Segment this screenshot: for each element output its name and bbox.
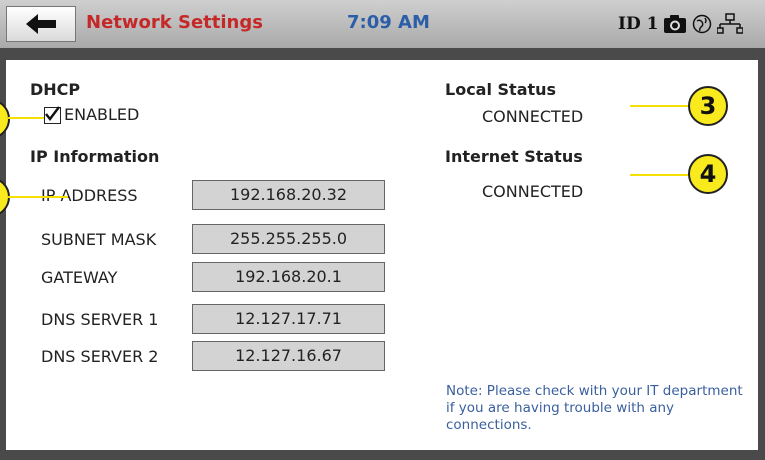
ip-address-field[interactable]: 192.168.20.32 [192,180,385,210]
dns-server-2-label: DNS SERVER 2 [41,347,159,366]
local-status-value: CONNECTED [482,107,584,126]
back-button[interactable] [6,6,76,42]
ip-information-title: IP Information [30,147,160,166]
status-icons: ID 1 [618,10,744,38]
callout-line-dhcp [8,117,44,119]
internet-status-value: CONNECTED [482,182,584,201]
dns-server-2-field[interactable]: 12.127.16.67 [192,341,385,371]
local-status-title: Local Status [445,80,557,99]
back-arrow-icon [26,14,56,34]
callout-marker-4: 4 [688,154,728,194]
dhcp-enabled-label[interactable]: ENABLED [64,105,139,124]
gateway-label: GATEWAY [41,268,118,287]
dns-server-1-field[interactable]: 12.127.17.71 [192,304,385,334]
internet-status-title: Internet Status [445,147,583,166]
network-icon[interactable] [717,13,744,35]
dhcp-enabled-checkbox[interactable] [44,106,61,124]
callout-marker-3: 3 [688,86,728,126]
dhcp-title: DHCP [30,80,81,99]
subnet-mask-field[interactable]: 255.255.255.0 [192,224,385,254]
page-title: Network Settings [86,12,263,33]
help-note: Note: Please check with your IT departme… [446,383,743,433]
subnet-mask-label: SUBNET MASK [41,230,157,249]
clock-time: 7:09 AM [347,12,430,33]
dns-server-1-label: DNS SERVER 1 [41,310,159,329]
header-bar: Network Settings 7:09 AM ID 1 [0,0,765,48]
callout-line-ip-address [8,196,68,198]
device-id-label: ID 1 [618,14,659,34]
gateway-field[interactable]: 192.168.20.1 [192,262,385,292]
checkmark-icon [45,106,60,121]
callout-line-local-status [630,105,692,107]
camera-icon[interactable] [663,14,687,34]
globe-icon[interactable] [692,14,712,34]
callout-line-internet-status [630,174,692,176]
